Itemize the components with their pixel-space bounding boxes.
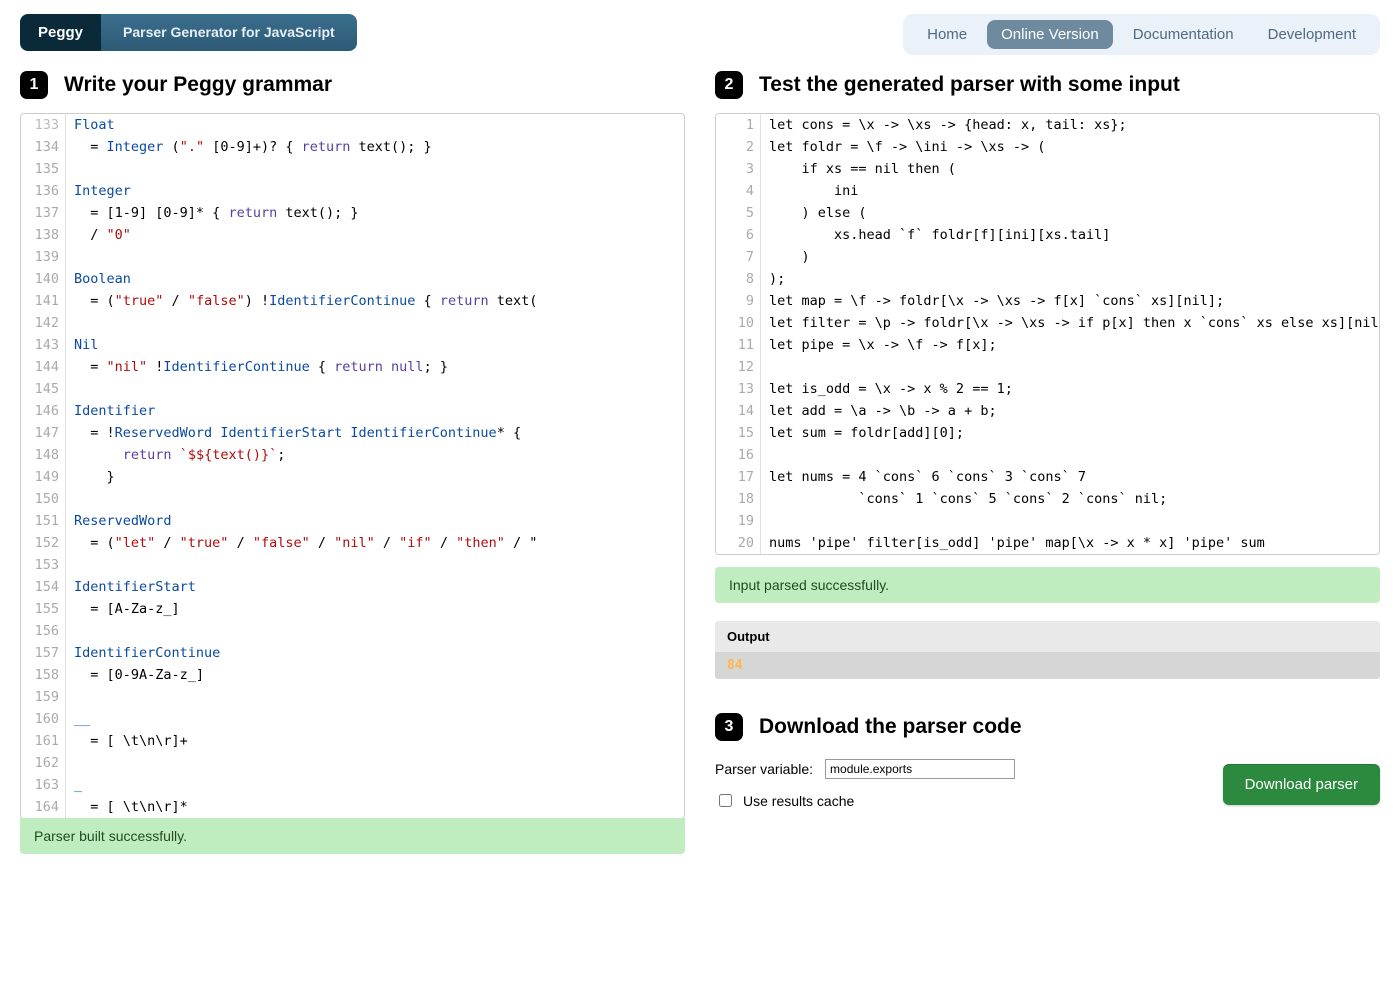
nav-documentation[interactable]: Documentation xyxy=(1119,20,1248,49)
input-editor[interactable]: 1234567891011121314151617181920 let cons… xyxy=(715,113,1380,555)
nav-home[interactable]: Home xyxy=(913,20,981,49)
download-parser-button[interactable]: Download parser xyxy=(1223,764,1380,805)
cache-row[interactable]: Use results cache xyxy=(715,791,1015,810)
grammar-editor[interactable]: 1331341351361371381391401411421431441451… xyxy=(20,113,685,819)
step-1-title: Write your Peggy grammar xyxy=(64,73,332,97)
cache-label: Use results cache xyxy=(743,793,854,809)
grammar-code[interactable]: Float = Integer ("." [0-9]+)? { return t… xyxy=(66,114,684,818)
grammar-status: Parser built successfully. xyxy=(20,818,685,854)
step-1-badge: 1 xyxy=(20,71,48,99)
nav-online-version[interactable]: Online Version xyxy=(987,20,1113,49)
parser-variable-label: Parser variable: xyxy=(715,761,813,777)
step-3-badge: 3 xyxy=(715,713,743,741)
step-2-badge: 2 xyxy=(715,71,743,99)
brand: Peggy Parser Generator for JavaScript xyxy=(20,14,357,51)
parser-variable-input[interactable] xyxy=(825,759,1015,779)
brand-name[interactable]: Peggy xyxy=(20,14,101,51)
output-label: Output xyxy=(715,621,1380,652)
grammar-gutter: 1331341351361371381391401411421431441451… xyxy=(21,114,66,818)
input-status: Input parsed successfully. xyxy=(715,567,1380,603)
step-3-title: Download the parser code xyxy=(759,715,1022,739)
input-code[interactable]: let cons = \x -> \xs -> {head: x, tail: … xyxy=(761,114,1379,554)
output-value: 84 xyxy=(715,652,1380,679)
nav-development[interactable]: Development xyxy=(1254,20,1370,49)
input-gutter: 1234567891011121314151617181920 xyxy=(716,114,761,554)
step-2-title: Test the generated parser with some inpu… xyxy=(759,73,1180,97)
brand-tagline: Parser Generator for JavaScript xyxy=(101,14,357,51)
cache-checkbox[interactable] xyxy=(719,794,732,807)
top-nav: Home Online Version Documentation Develo… xyxy=(903,14,1380,55)
